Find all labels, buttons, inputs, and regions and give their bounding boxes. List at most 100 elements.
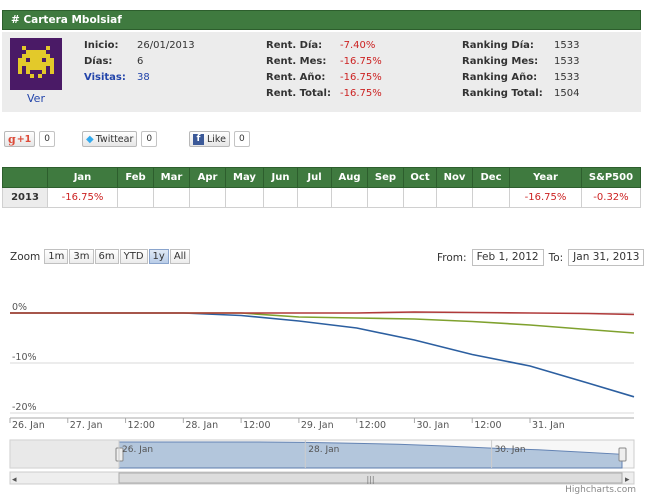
x-tick-label: 12:00 — [474, 420, 501, 431]
like-count: 0 — [233, 131, 250, 147]
dias-label: Días: — [84, 56, 113, 67]
zoom-buttons: 1m 3m 6m YTD 1y All — [44, 249, 191, 264]
x-tick-label: 12:00 — [243, 420, 270, 431]
rent-ano-label: Rent. Año: — [266, 72, 326, 83]
table-cell — [153, 187, 190, 208]
column-header: Jan — [47, 167, 118, 188]
to-label: To: — [548, 251, 564, 264]
x-tick-label: 12:00 — [359, 420, 386, 431]
zoom-button-6m[interactable]: 6m — [94, 249, 119, 264]
column-header: Aug — [331, 167, 368, 188]
table-cell — [189, 187, 226, 208]
twitter-widget: ◆ Twittear 0 — [82, 130, 158, 148]
like-label: Like — [207, 133, 226, 145]
to-date-input[interactable]: Jan 31, 2013 — [568, 249, 645, 266]
zoom-button-1y[interactable]: 1y — [148, 249, 169, 264]
scrollbar-grip-icon: ||| — [367, 475, 375, 484]
highcharts-credit[interactable]: Highcharts.com — [565, 485, 636, 495]
gplus-count: 0 — [39, 131, 56, 147]
twitter-label: Twittear — [95, 133, 134, 145]
rent-total-label: Rent. Total: — [266, 88, 331, 99]
from-date-input[interactable]: Feb 1, 2012 — [471, 249, 544, 266]
table-row: 2013 -16.75% -16.75% -0.32% — [2, 187, 641, 208]
table-cell — [472, 187, 510, 208]
facebook-widget: f Like 0 — [189, 130, 250, 148]
ranking-ano-value: 1533 — [554, 72, 580, 83]
column-header: May — [225, 167, 264, 188]
zoom-button-ytd[interactable]: YTD — [119, 249, 148, 264]
column-header: Dec — [472, 167, 510, 188]
inicio-value: 26/01/2013 — [137, 40, 195, 51]
performance-line-chart[interactable]: 0% -10% -20% 26. Jan 27. Jan 12:00 28. Jan 12:0… — [0, 300, 650, 499]
portfolio-info-panel: Ver Inicio: 26/01/2013 Días: 6 Visitas: … — [2, 32, 641, 112]
table-header-row: Jan Feb Mar Apr May Jun Jul Aug Sep Oct Nov Dec Year… — [2, 167, 641, 188]
table-cell — [263, 187, 298, 208]
table-cell — [367, 187, 404, 208]
column-header: Year — [509, 167, 582, 188]
facebook-like-button[interactable]: f Like — [189, 131, 230, 147]
x-tick-label: 12:00 — [128, 420, 155, 431]
rent-dia-label: Rent. Día: — [266, 40, 323, 51]
space-invader-icon[interactable] — [10, 38, 62, 90]
table-cell — [331, 187, 368, 208]
gplus-button[interactable]: g +1 — [4, 131, 36, 147]
y-tick-label: -20% — [12, 402, 37, 413]
column-header: S&P500 — [581, 167, 641, 188]
date-range: From: Feb 1, 2012 To: Jan 31, 2013 — [437, 249, 645, 266]
twitter-bird-icon: ◆ — [86, 133, 94, 145]
gplus-label: +1 — [16, 133, 32, 145]
ranking-ano-label: Ranking Año: — [462, 72, 538, 83]
rent-ano-value: -16.75% — [340, 72, 382, 83]
zoom-button-all[interactable]: All — [169, 249, 191, 264]
table-cell — [225, 187, 264, 208]
navigator-mask — [10, 440, 119, 468]
x-tick-label: 29. Jan — [301, 420, 334, 431]
ranking-dia-value: 1533 — [554, 40, 580, 51]
table-cell — [436, 187, 473, 208]
column-header: Apr — [189, 167, 226, 188]
navigator-tick-label: 28. Jan — [308, 445, 339, 455]
ranking-mes-label: Ranking Mes: — [462, 56, 539, 67]
twitter-button[interactable]: ◆ Twittear — [82, 131, 138, 147]
table-cell — [117, 187, 154, 208]
zoom-button-1m[interactable]: 1m — [44, 249, 69, 264]
column-header: Nov — [436, 167, 473, 188]
table-cell: -16.75% — [509, 187, 582, 208]
navigator-right-handle — [618, 447, 627, 462]
ranking-dia-label: Ranking Día: — [462, 40, 534, 51]
inicio-label: Inicio: — [84, 40, 119, 51]
rent-mes-label: Rent. Mes: — [266, 56, 327, 67]
navigator-tick-label: 26. Jan — [122, 445, 153, 455]
x-tick-label: 26. Jan — [12, 420, 45, 431]
year-cell: 2013 — [2, 187, 48, 208]
column-header: Jul — [297, 167, 332, 188]
x-tick-label: 30. Jan — [416, 420, 449, 431]
ver-link[interactable]: Ver — [10, 92, 62, 105]
column-header: Jun — [263, 167, 298, 188]
column-header: Mar — [153, 167, 190, 188]
zoom-selector: Zoom 1m 3m 6m YTD 1y All — [10, 249, 191, 264]
scroll-left-arrow-icon: ◂ — [12, 475, 17, 485]
rent-total-value: -16.75% — [340, 88, 382, 99]
rent-mes-value: -16.75% — [340, 56, 382, 67]
x-tick-label: 31. Jan — [532, 420, 565, 431]
column-header: Sep — [367, 167, 404, 188]
table-cell: -16.75% — [47, 187, 118, 208]
portfolio-title: # Cartera Mbolsiaf — [2, 10, 641, 30]
table-cell — [297, 187, 332, 208]
table-cell: -0.32% — [581, 187, 641, 208]
y-tick-label: -10% — [12, 352, 37, 363]
y-tick-label: 0% — [12, 302, 27, 313]
twitter-count: 0 — [141, 131, 158, 147]
ranking-total-value: 1504 — [554, 88, 580, 99]
monthly-returns-table: Jan Feb Mar Apr May Jun Jul Aug Sep Oct Nov Dec Year… — [2, 167, 641, 208]
column-header — [2, 167, 48, 188]
column-header: Feb — [117, 167, 154, 188]
facebook-icon: f — [193, 133, 204, 145]
ranking-mes-value: 1533 — [554, 56, 580, 67]
column-header: Oct — [403, 167, 437, 188]
google-plus-icon: g — [8, 132, 16, 146]
zoom-label: Zoom — [10, 250, 41, 263]
navigator-tick-label: 30. Jan — [495, 445, 526, 455]
zoom-button-3m[interactable]: 3m — [69, 249, 94, 264]
